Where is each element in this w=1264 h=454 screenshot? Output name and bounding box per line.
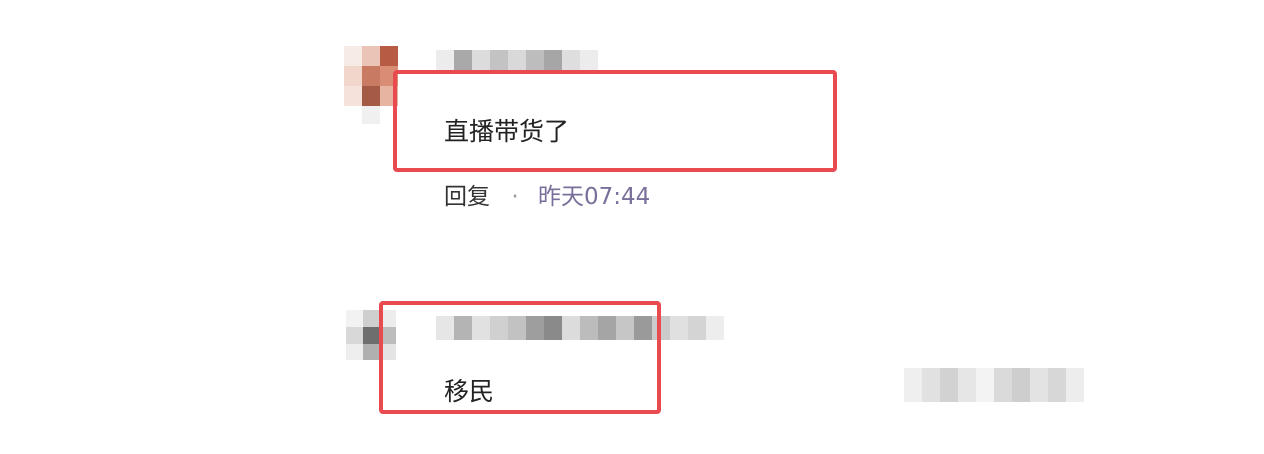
highlight-box-comment-1 xyxy=(393,70,837,172)
comment-timestamp: 昨天07:44 xyxy=(537,184,651,210)
blurred-actions xyxy=(904,368,1084,402)
avatar[interactable] xyxy=(344,46,400,124)
separator-dot: · xyxy=(511,184,519,210)
highlight-box-comment-2 xyxy=(379,301,661,414)
username[interactable] xyxy=(436,50,598,72)
comment-actions: 回复 · 昨天07:44 xyxy=(444,183,650,211)
reply-button[interactable]: 回复 xyxy=(444,184,490,210)
